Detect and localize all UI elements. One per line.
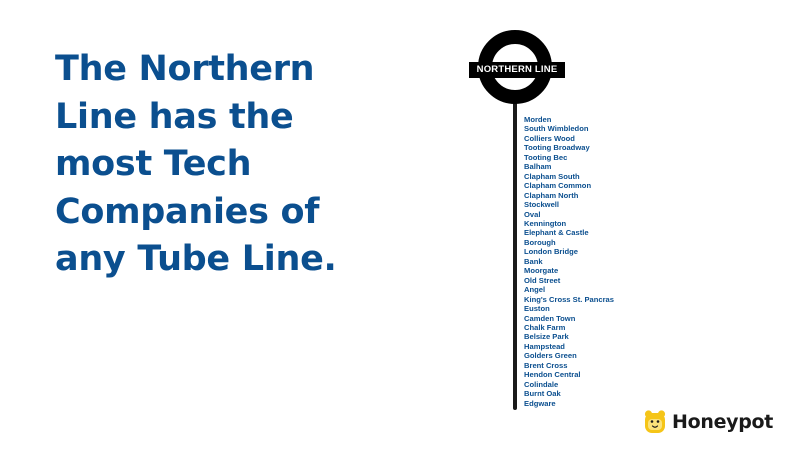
station-name: King's Cross St. Pancras xyxy=(524,294,615,304)
roundel-label: NORTHERN LINE xyxy=(469,62,565,78)
station-name: Colindale xyxy=(524,379,559,389)
station-name: Angel xyxy=(524,285,546,295)
station-name: Hendon Central xyxy=(524,370,581,380)
station-name: Borough xyxy=(524,237,556,247)
station-name: Bank xyxy=(524,256,543,266)
station-name: Belsize Park xyxy=(524,332,569,342)
station-name: Morden xyxy=(524,115,552,124)
station-name: Old Street xyxy=(524,275,561,285)
station-name: Tooting Broadway xyxy=(524,143,590,153)
station-name: Camden Town xyxy=(524,313,576,323)
station-name: Oval xyxy=(524,209,541,219)
station-name: Colliers Wood xyxy=(524,133,575,143)
headline-line: any Tube Line. xyxy=(55,239,337,279)
station-name: Clapham Common xyxy=(524,181,592,191)
station-name: Euston xyxy=(524,304,550,314)
station-list: Morden South Wimbledon Colliers Wood Tootin… xyxy=(524,115,614,408)
station-name: Balham xyxy=(524,162,552,172)
station-name: South Wimbledon xyxy=(524,124,589,134)
station-name: Chalk Farm xyxy=(524,322,566,332)
headline: The Northern Line has the most Tech Comp… xyxy=(55,46,337,284)
station-name: Kennington xyxy=(524,218,567,228)
headline-line: The Northern xyxy=(55,49,315,89)
station-name: Elephant & Castle xyxy=(524,228,589,238)
brand: Honeypot xyxy=(643,407,773,437)
station-name: Clapham South xyxy=(524,171,580,181)
headline-line: most Tech xyxy=(55,144,252,184)
headline-line: Line has the xyxy=(55,96,294,137)
tube-line-stem xyxy=(512,100,517,410)
station-name: London Bridge xyxy=(524,247,578,257)
station-name: Hampstead xyxy=(524,341,565,351)
station-name: Brent Cross xyxy=(524,360,568,370)
brand-name: Honeypot xyxy=(672,411,774,433)
honeypot-bear-icon xyxy=(644,410,666,433)
station-name: Moorgate xyxy=(524,266,559,276)
station-name: Tooting Bec xyxy=(524,152,568,162)
station-name: Golders Green xyxy=(524,351,577,361)
station-name: Clapham North xyxy=(524,190,579,200)
station-name: Edgware xyxy=(524,398,556,408)
station-name: Burnt Oak xyxy=(524,389,561,399)
station-name: Stockwell xyxy=(524,200,560,210)
headline-line: Companies of xyxy=(55,191,320,232)
